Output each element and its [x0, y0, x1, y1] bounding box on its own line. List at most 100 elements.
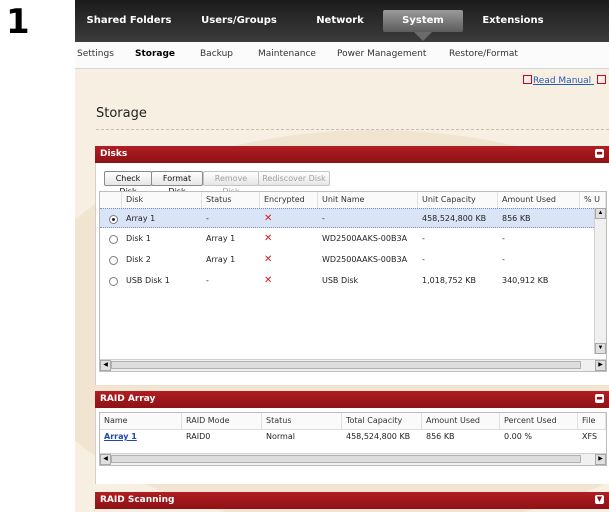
table-row[interactable]: Array 1 RAID0 Normal 458,524,800 KB 856 …: [100, 429, 606, 445]
nas-admin-app: Shared Folders Users/Groups Network Syst…: [75, 0, 609, 512]
scroll-right-icon[interactable]: ▶: [595, 360, 606, 371]
table-row[interactable]: Disk 2 Array 1 ✕ WD2500AAKS-00B3A - -: [100, 250, 594, 270]
raid-scanning-panel-title: RAID Scanning: [100, 495, 175, 505]
disks-panel-body: Check Disk Format Disk Remove Disk Redis…: [95, 163, 609, 385]
cell-raid-mode: RAID0: [186, 432, 211, 441]
not-encrypted-x-icon: ✕: [264, 213, 273, 224]
format-disk-button[interactable]: Format Disk: [151, 171, 203, 196]
disks-table: Disk Status Encrypted Unit Name Unit Cap…: [99, 191, 607, 372]
not-encrypted-x-icon: ✕: [264, 275, 273, 286]
rediscover-disk-button[interactable]: Rediscover Disk: [258, 171, 330, 186]
scroll-right-icon[interactable]: ▶: [595, 454, 606, 465]
header-percent-used[interactable]: % U: [580, 192, 606, 208]
header-encrypted[interactable]: Encrypted: [260, 192, 318, 208]
subnav-maintenance[interactable]: Maintenance: [258, 49, 316, 59]
cell-status: Array 1: [206, 255, 236, 264]
cell-status: -: [206, 276, 209, 285]
scroll-up-icon[interactable]: ▲: [595, 208, 606, 219]
topnav-system[interactable]: System: [383, 10, 463, 32]
raid-scanning-panel-header: RAID Scanning ▼: [95, 492, 609, 509]
subnav-backup[interactable]: Backup: [200, 49, 233, 59]
collapse-disks-icon[interactable]: ▬: [595, 149, 604, 158]
row-radio[interactable]: [109, 277, 118, 286]
table-row[interactable]: Array 1 - ✕ - 458,524,800 KB 856 KB: [100, 208, 594, 228]
raid-table-header: Name RAID Mode Status Total Capacity Amo…: [100, 413, 606, 430]
table-row[interactable]: USB Disk 1 - ✕ USB Disk 1,018,752 KB 340…: [100, 271, 594, 291]
scroll-left-icon[interactable]: ◀: [100, 360, 111, 371]
array-name-link[interactable]: Array 1: [100, 429, 182, 445]
scroll-thumb[interactable]: [111, 361, 581, 369]
cell-amount-used: -: [502, 255, 505, 264]
not-encrypted-x-icon: ✕: [264, 254, 273, 265]
header-amount-used[interactable]: Amount Used: [422, 413, 500, 429]
subnav-restore-format[interactable]: Restore/Format: [449, 49, 518, 59]
cell-disk: Array 1: [126, 214, 156, 223]
raid-panel-title: RAID Array: [100, 394, 156, 404]
header-name[interactable]: Name: [100, 413, 182, 429]
subnav-settings[interactable]: Settings: [77, 49, 114, 59]
raid-panel-header: RAID Array ▬: [95, 391, 609, 408]
check-disk-button[interactable]: Check Disk: [104, 171, 152, 196]
topnav-users-groups[interactable]: Users/Groups: [198, 10, 280, 32]
disks-panel-title: Disks: [100, 149, 128, 159]
header-raid-mode[interactable]: RAID Mode: [182, 413, 262, 429]
topnav-extensions[interactable]: Extensions: [473, 10, 553, 32]
cell-unit-capacity: 1,018,752 KB: [422, 276, 476, 285]
cell-unit-name: WD2500AAKS-00B3A: [322, 234, 408, 243]
row-radio[interactable]: [109, 235, 118, 244]
title-divider: [96, 129, 609, 130]
cell-status: -: [206, 214, 209, 223]
cell-unit-capacity: -: [422, 234, 425, 243]
scroll-thumb[interactable]: [111, 455, 581, 463]
cell-unit-capacity: -: [422, 255, 425, 264]
read-manual-link[interactable]: Read Manual: [522, 75, 607, 86]
subnav-power-management[interactable]: Power Management: [337, 49, 426, 59]
cell-percent-used: 0.00 %: [504, 432, 532, 441]
cell-amount-used: -: [502, 234, 505, 243]
topnav-network[interactable]: Network: [310, 10, 370, 32]
external-link-icon: [597, 75, 606, 84]
raid-panel-body: Name RAID Mode Status Total Capacity Amo…: [95, 408, 609, 484]
table-row[interactable]: Disk 1 Array 1 ✕ WD2500AAKS-00B3A - -: [100, 229, 594, 249]
cell-unit-name: USB Disk: [322, 276, 359, 285]
scroll-down-icon[interactable]: ▼: [595, 343, 606, 354]
row-radio[interactable]: [109, 256, 118, 265]
header-status[interactable]: Status: [202, 192, 260, 208]
horizontal-scrollbar[interactable]: ◀ ▶: [100, 359, 606, 371]
scroll-left-icon[interactable]: ◀: [100, 454, 111, 465]
cell-unit-capacity: 458,524,800 KB: [422, 214, 487, 223]
header-amount-used[interactable]: Amount Used: [498, 192, 580, 208]
header-status[interactable]: Status: [262, 413, 342, 429]
cell-unit-name: -: [322, 214, 325, 223]
cell-total-capacity: 458,524,800 KB: [346, 432, 411, 441]
header-total-capacity[interactable]: Total Capacity: [342, 413, 422, 429]
vertical-scrollbar[interactable]: ▲ ▼: [594, 208, 606, 354]
cell-status: Array 1: [206, 234, 236, 243]
header-select: [100, 192, 122, 208]
page-title: Storage: [96, 106, 147, 121]
cell-unit-name: WD2500AAKS-00B3A: [322, 255, 408, 264]
active-tab-caret-icon: [414, 32, 432, 41]
cell-amount-used: 340,912 KB: [502, 276, 549, 285]
row-radio[interactable]: [109, 215, 118, 224]
horizontal-scrollbar[interactable]: ◀ ▶: [100, 453, 606, 465]
header-unit-name[interactable]: Unit Name: [318, 192, 418, 208]
header-unit-capacity[interactable]: Unit Capacity: [418, 192, 498, 208]
header-percent-used[interactable]: Percent Used: [500, 413, 578, 429]
topnav-shared-folders[interactable]: Shared Folders: [85, 10, 173, 32]
remove-disk-button[interactable]: Remove Disk: [203, 171, 259, 196]
raid-table: Name RAID Mode Status Total Capacity Amo…: [99, 412, 607, 466]
cell-file: XFS: [582, 432, 598, 441]
chevron-down-icon[interactable]: ▼: [595, 495, 604, 504]
cell-amount-used: 856 KB: [426, 432, 455, 441]
cell-status: Normal: [266, 432, 295, 441]
not-encrypted-x-icon: ✕: [264, 233, 273, 244]
cell-amount-used: 856 KB: [502, 214, 531, 223]
header-file[interactable]: File: [578, 413, 606, 429]
header-disk[interactable]: Disk: [122, 192, 202, 208]
disks-table-header: Disk Status Encrypted Unit Name Unit Cap…: [100, 192, 606, 209]
read-manual-label: Read Manual: [532, 76, 592, 86]
collapse-raid-icon[interactable]: ▬: [595, 394, 604, 403]
cell-disk: USB Disk 1: [126, 276, 170, 285]
subnav-storage[interactable]: Storage: [135, 49, 175, 59]
